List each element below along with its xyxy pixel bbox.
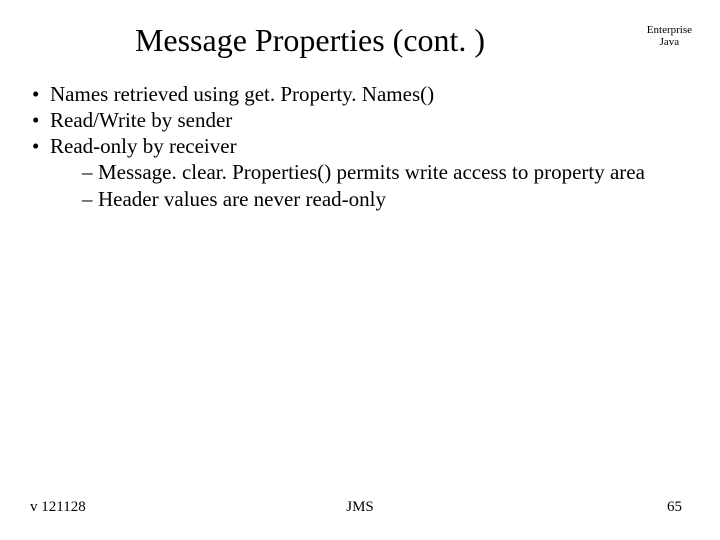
sub-bullet-item: Header values are never read-only bbox=[82, 187, 680, 211]
corner-line-2: Java bbox=[647, 36, 692, 48]
bullet-item: Read-only by receiver bbox=[28, 134, 680, 158]
sub-bullet-item: Message. clear. Properties() permits wri… bbox=[82, 160, 680, 184]
sub-bullet-list: Message. clear. Properties() permits wri… bbox=[28, 160, 680, 210]
corner-line-1: Enterprise bbox=[647, 24, 692, 36]
corner-label: Enterprise Java bbox=[647, 24, 692, 48]
footer-topic: JMS bbox=[0, 499, 720, 516]
slide: Message Properties (cont. ) Enterprise J… bbox=[0, 0, 720, 540]
slide-body: Names retrieved using get. Property. Nam… bbox=[28, 82, 680, 213]
bullet-list: Names retrieved using get. Property. Nam… bbox=[28, 82, 680, 158]
bullet-item: Read/Write by sender bbox=[28, 108, 680, 132]
slide-title: Message Properties (cont. ) bbox=[0, 22, 620, 59]
bullet-item: Names retrieved using get. Property. Nam… bbox=[28, 82, 680, 106]
footer-page-number: 65 bbox=[667, 499, 682, 516]
